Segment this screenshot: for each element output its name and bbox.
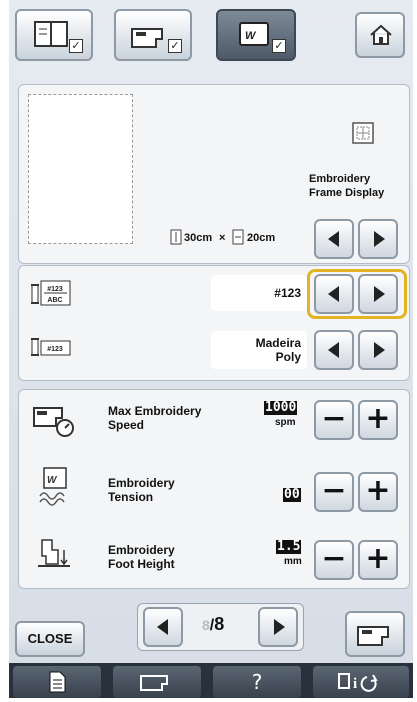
thread-brand-prev-button[interactable] <box>314 330 354 370</box>
svg-text:i: i <box>353 676 357 692</box>
foot-height-label: Embroidery Foot Height <box>108 543 175 571</box>
machine-info-icon: i <box>338 673 378 692</box>
speed-icon <box>33 407 74 437</box>
frame-prev-button[interactable] <box>314 219 354 259</box>
tension-icon: W <box>39 467 67 506</box>
embroidery-settings-tab[interactable]: W ✓ <box>216 9 296 61</box>
minus-icon: − <box>321 541 347 576</box>
embroidery-frame-icon: W <box>239 22 269 46</box>
thread-brand-icon-text: #123 <box>47 346 63 353</box>
thread-settings-panel: #123 ABC #123 #123 Madeira Poly <box>18 265 410 381</box>
close-button[interactable]: CLOSE <box>15 621 85 657</box>
speed-increase-button[interactable]: + <box>358 400 398 440</box>
help-button[interactable]: ? <box>213 666 301 698</box>
sewing-machine-icon <box>357 626 389 646</box>
thread-brand-next-button[interactable] <box>358 330 398 370</box>
max-speed-value: 1000 <box>264 400 298 415</box>
thread-brand-icon: #123 <box>31 338 71 356</box>
minus-icon: − <box>321 401 347 436</box>
foot-height-value: 1.5 <box>276 539 302 554</box>
embroidery-parameters-panel: Max Embroidery Speed 1000 spm − + W Embr… <box>18 389 410 589</box>
page-next-button[interactable] <box>258 607 298 647</box>
frame-display-icon <box>352 122 374 144</box>
bottom-toolbar: ? i <box>9 663 413 698</box>
frame-width-icon <box>170 229 182 245</box>
page-prev-button[interactable] <box>143 607 183 647</box>
thread-brand-line1: Madeira <box>255 336 301 350</box>
thread-display-prev-button[interactable] <box>314 274 354 314</box>
speed-decrease-button[interactable]: − <box>314 400 354 440</box>
thread-brand-value: Madeira Poly <box>211 331 307 369</box>
foot-height-unit: mm <box>284 556 302 567</box>
times-sign: × <box>219 232 226 244</box>
check-icon: ✓ <box>272 39 286 53</box>
minus-icon: − <box>321 473 347 508</box>
machine-settings-button[interactable] <box>345 611 405 657</box>
left-arrow-icon <box>157 619 168 635</box>
left-arrow-icon <box>328 286 339 302</box>
home-icon <box>370 24 392 45</box>
right-arrow-icon <box>374 342 385 358</box>
thread-brand-line2: Poly <box>275 350 301 364</box>
plus-icon: + <box>365 541 391 576</box>
thread-display-next-button[interactable] <box>358 274 398 314</box>
page-total: 8 <box>214 614 225 634</box>
frame-height-icon <box>232 229 244 245</box>
svg-text:W: W <box>47 475 58 486</box>
thread-icon-bottom-text: ABC <box>47 297 62 304</box>
explanation-button[interactable] <box>13 666 101 698</box>
frame-next-button[interactable] <box>358 219 398 259</box>
right-arrow-icon <box>274 619 285 635</box>
tension-decrease-button[interactable]: − <box>314 472 354 512</box>
page-current: 8 <box>202 617 210 633</box>
foot-height-decrease-button[interactable]: − <box>314 540 354 580</box>
check-icon: ✓ <box>69 39 83 53</box>
sewing-settings-tab[interactable]: ✓ <box>114 9 192 61</box>
document-icon <box>49 671 66 693</box>
foot-height-icon <box>38 539 70 567</box>
page-indicator: 8/8 <box>202 614 225 634</box>
max-speed-label: Max Embroidery Speed <box>108 404 202 432</box>
thread-number-value: #123 <box>211 275 307 311</box>
tension-increase-button[interactable]: + <box>358 472 398 512</box>
check-icon: ✓ <box>168 39 182 53</box>
frame-height-value: 20cm <box>247 232 276 244</box>
left-arrow-icon <box>328 342 339 358</box>
right-arrow-icon <box>374 286 385 302</box>
frame-width-value: 30cm <box>184 232 213 244</box>
foot-height-increase-button[interactable]: + <box>358 540 398 580</box>
thread-icon-top-text: #123 <box>47 286 63 293</box>
plus-icon: + <box>365 473 391 508</box>
page-navigator: 8/8 <box>137 603 304 651</box>
sewing-machine-icon <box>140 675 168 691</box>
settings-page-1-tab[interactable]: ✓ <box>15 9 93 61</box>
left-arrow-icon <box>328 231 339 247</box>
machine-help-button[interactable] <box>113 666 201 698</box>
frame-display-panel: Embroidery Frame Display 30cm × 20cm <box>18 84 410 264</box>
plus-icon: + <box>365 401 391 436</box>
frame-preview <box>28 94 133 244</box>
tension-label: Embroidery Tension <box>108 476 175 504</box>
svg-text:W: W <box>245 30 257 42</box>
book-icon <box>34 21 68 47</box>
frame-display-label: Embroidery Frame Display <box>309 173 385 199</box>
tension-value: 00 <box>283 487 301 502</box>
max-speed-unit: spm <box>275 417 296 428</box>
thread-number-display-icon: #123 ABC <box>31 280 71 306</box>
right-arrow-icon <box>374 231 385 247</box>
tutorial-button[interactable]: i <box>313 666 409 698</box>
home-button[interactable] <box>355 12 405 58</box>
